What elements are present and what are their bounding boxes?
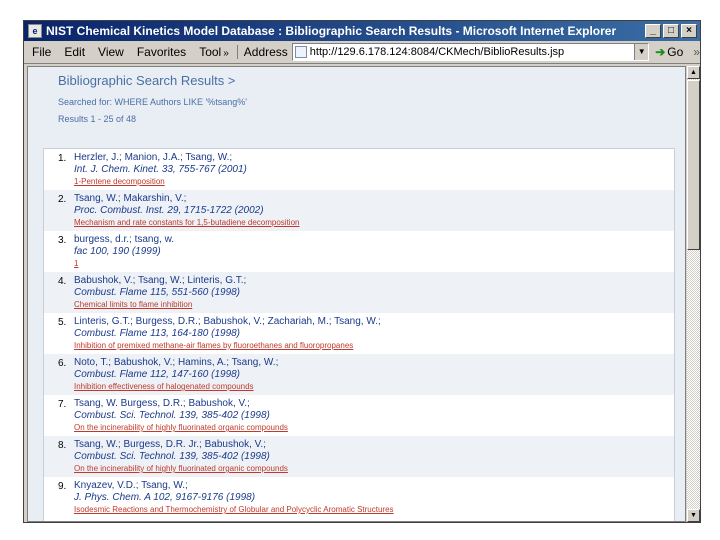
links-chevron[interactable]: » xyxy=(693,45,700,59)
list-item: 5. Linteris, G.T.; Burgess, D.R.; Babush… xyxy=(44,313,674,354)
menu-view[interactable]: View xyxy=(98,45,124,59)
page-icon xyxy=(294,46,307,58)
result-number: 7. xyxy=(58,399,67,410)
result-journal: Combust. Sci. Technol. 139, 385-402 (199… xyxy=(74,451,270,462)
result-number: 1. xyxy=(58,153,67,164)
result-title-link[interactable]: Isodesmic Reactions and Thermochemistry … xyxy=(74,505,394,514)
address-label: Address xyxy=(236,45,288,59)
result-title-link[interactable]: On the incinerability of highly fluorina… xyxy=(74,464,288,473)
maximize-button[interactable]: □ xyxy=(663,24,679,38)
result-title-link[interactable]: Inhibition of premixed methane-air flame… xyxy=(74,341,353,350)
scroll-up-icon[interactable]: ▲ xyxy=(687,66,700,79)
result-journal: Combust. Flame 112, 147-160 (1998) xyxy=(74,369,241,380)
list-item: 1. Herzler, J.; Manion, J.A.; Tsang, W.;… xyxy=(44,149,674,190)
result-range: Results 1 - 25 of 48 xyxy=(58,114,137,124)
close-button[interactable]: × xyxy=(681,24,697,38)
menu-toolbar: File Edit View Favorites Tool» Address h… xyxy=(24,41,700,64)
results-list: 1. Herzler, J.; Manion, J.A.; Tsang, W.;… xyxy=(43,148,675,521)
result-authors[interactable]: Noto, T.; Babushok, V.; Hamins, A.; Tsan… xyxy=(74,357,278,368)
address-bar[interactable]: http://129.6.178.124:8084/CKMech/BiblioR… xyxy=(291,43,650,61)
result-journal: Combust. Flame 115, 551-560 (1998) xyxy=(74,287,241,298)
menu-tools[interactable]: Tool» xyxy=(199,45,229,59)
result-title-link[interactable]: On the incinerability of highly fluorina… xyxy=(74,423,288,432)
page-content: Bibliographic Search Results > Searched … xyxy=(27,66,686,522)
result-authors[interactable]: Tsang, W.; Burgess, D.R. Jr.; Babushok, … xyxy=(74,439,266,450)
result-journal: J. Phys. Chem. A 102, 9167-9176 (1998) xyxy=(74,492,256,503)
result-journal: Combust. Sci. Technol. 139, 385-402 (199… xyxy=(74,410,270,421)
menu-file[interactable]: File xyxy=(32,45,51,59)
minimize-button[interactable]: _ xyxy=(645,24,661,38)
window-title: NIST Chemical Kinetics Model Database : … xyxy=(46,24,617,38)
list-item: 3. burgess, d.r.; tsang, w. fac 100, 190… xyxy=(44,231,674,272)
result-title-link[interactable]: Inhibition effectiveness of halogenated … xyxy=(74,382,254,391)
result-number: 8. xyxy=(58,440,67,451)
result-journal: fac 100, 190 (1999) xyxy=(74,246,161,257)
result-journal: Int. J. Chem. Kinet. 33, 755-767 (2001) xyxy=(74,164,247,175)
scroll-thumb[interactable] xyxy=(687,80,700,250)
result-title-link[interactable]: Chemical limits to flame inhibition xyxy=(74,300,192,309)
result-number: 2. xyxy=(58,194,67,205)
ie-icon: e xyxy=(28,24,42,38)
result-authors[interactable]: Tsang, W. Burgess, D.R.; Babushok, V.; xyxy=(74,398,250,409)
list-item: 8. Tsang, W.; Burgess, D.R. Jr.; Babusho… xyxy=(44,436,674,477)
result-title-link[interactable]: 1 xyxy=(74,259,78,268)
list-item: 9. Knyazev, V.D.; Tsang, W.; J. Phys. Ch… xyxy=(44,477,674,518)
result-title-link[interactable]: Mechanism and rate constants for 1,5-but… xyxy=(74,218,299,227)
result-authors[interactable]: Linteris, G.T.; Burgess, D.R.; Babushok,… xyxy=(74,316,381,327)
list-item: 4. Babushok, V.; Tsang, W.; Linteris, G.… xyxy=(44,272,674,313)
result-number: 9. xyxy=(58,481,67,492)
dropdown-arrow-icon[interactable]: ▼ xyxy=(634,44,649,60)
vertical-scrollbar[interactable]: ▲ ▼ xyxy=(687,66,700,522)
result-authors[interactable]: Herzler, J.; Manion, J.A.; Tsang, W.; xyxy=(74,152,232,163)
scroll-down-icon[interactable]: ▼ xyxy=(687,509,700,522)
result-journal: Proc. Combust. Inst. 29, 1715-1722 (2002… xyxy=(74,205,264,216)
result-authors[interactable]: burgess, d.r.; tsang, w. xyxy=(74,234,174,245)
result-title-link[interactable]: 1-Pentene decomposition xyxy=(74,177,165,186)
menu-edit[interactable]: Edit xyxy=(64,45,85,59)
list-item: 2. Tsang, W.; Makarshin, V.; Proc. Combu… xyxy=(44,190,674,231)
go-arrow-icon: ➔ xyxy=(655,45,666,59)
result-number: 3. xyxy=(58,235,67,246)
result-number: 5. xyxy=(58,317,67,328)
result-authors[interactable]: Knyazev, V.D.; Tsang, W.; xyxy=(74,480,188,491)
result-authors[interactable]: Tsang, W.; Makarshin, V.; xyxy=(74,193,186,204)
list-item: 6. Noto, T.; Babushok, V.; Hamins, A.; T… xyxy=(44,354,674,395)
title-bar: e NIST Chemical Kinetics Model Database … xyxy=(24,21,700,41)
go-button[interactable]: ➔ Go xyxy=(655,45,683,59)
menu-favorites[interactable]: Favorites xyxy=(137,45,186,59)
menu-tools-label: Tool xyxy=(199,45,222,59)
result-number: 4. xyxy=(58,276,67,287)
menu-bar: File Edit View Favorites Tool» xyxy=(24,45,229,59)
list-item: 7. Tsang, W. Burgess, D.R.; Babushok, V.… xyxy=(44,395,674,436)
page-title: Bibliographic Search Results > xyxy=(58,73,236,88)
search-criteria: Searched for: WHERE Authors LIKE '%tsang… xyxy=(58,97,248,107)
go-label: Go xyxy=(667,45,684,59)
address-url[interactable]: http://129.6.178.124:8084/CKMech/BiblioR… xyxy=(310,46,634,58)
chevron-icon: » xyxy=(223,48,229,59)
result-authors[interactable]: Babushok, V.; Tsang, W.; Linteris, G.T.; xyxy=(74,275,246,286)
browser-window: e NIST Chemical Kinetics Model Database … xyxy=(23,20,701,523)
result-number: 6. xyxy=(58,358,67,369)
result-journal: Combust. Flame 113, 164-180 (1998) xyxy=(74,328,241,339)
